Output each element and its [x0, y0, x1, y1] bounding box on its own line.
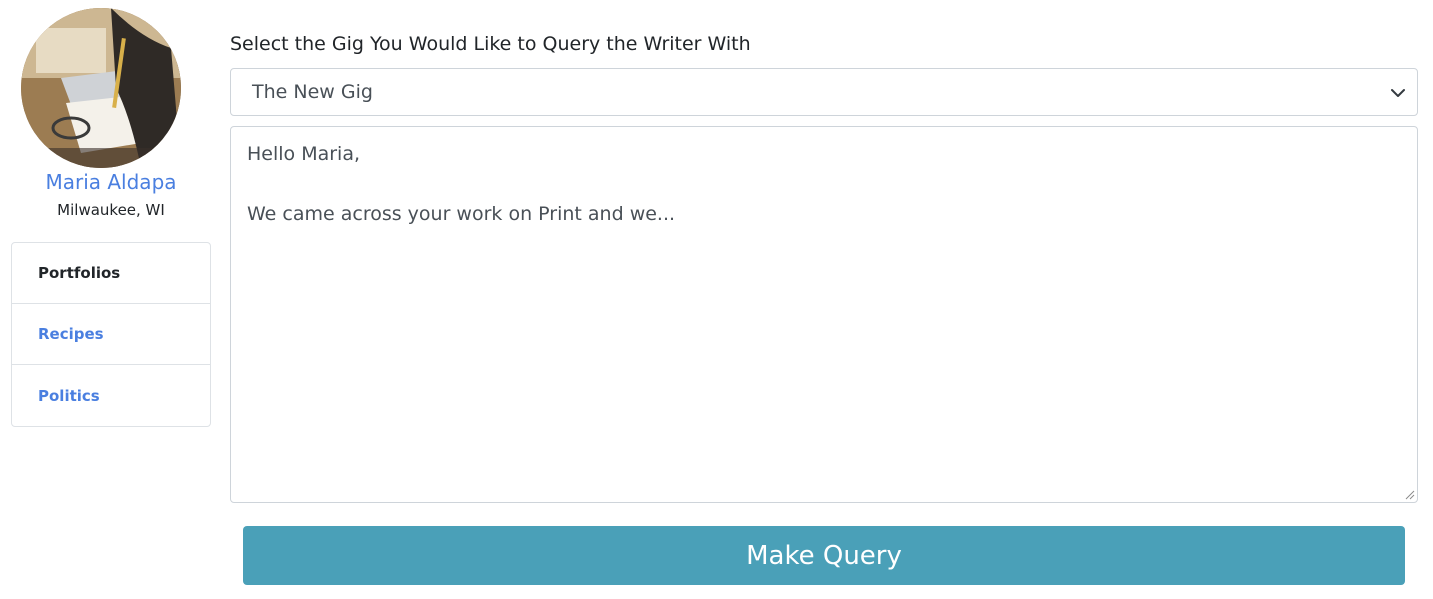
query-message-textarea[interactable]: Hello Maria, We came across your work on… [230, 126, 1418, 503]
gig-select[interactable]: The New Gig [230, 68, 1418, 116]
query-writer-page: Maria Aldapa Milwaukee, WI Portfolios Re… [0, 0, 1433, 599]
portfolios-list: Portfolios Recipes Politics [11, 242, 211, 427]
gig-select-label: Select the Gig You Would Like to Query t… [230, 33, 751, 55]
portfolio-item-politics[interactable]: Politics [12, 365, 210, 426]
portfolio-item-recipes[interactable]: Recipes [12, 304, 210, 365]
writer-name[interactable]: Maria Aldapa [11, 170, 211, 194]
portfolios-header: Portfolios [12, 243, 210, 304]
resize-handle-icon[interactable] [1403, 488, 1415, 500]
message-line: We came across your work on Print and we… [247, 203, 676, 225]
selected-gig-value: The New Gig [252, 81, 373, 103]
avatar [21, 8, 181, 168]
writer-photo [21, 8, 181, 168]
make-query-button[interactable]: Make Query [243, 526, 1405, 585]
message-line: Hello Maria, [247, 143, 361, 165]
message-line [247, 169, 1401, 199]
writer-location: Milwaukee, WI [57, 201, 165, 219]
chevron-down-icon [1391, 89, 1405, 97]
